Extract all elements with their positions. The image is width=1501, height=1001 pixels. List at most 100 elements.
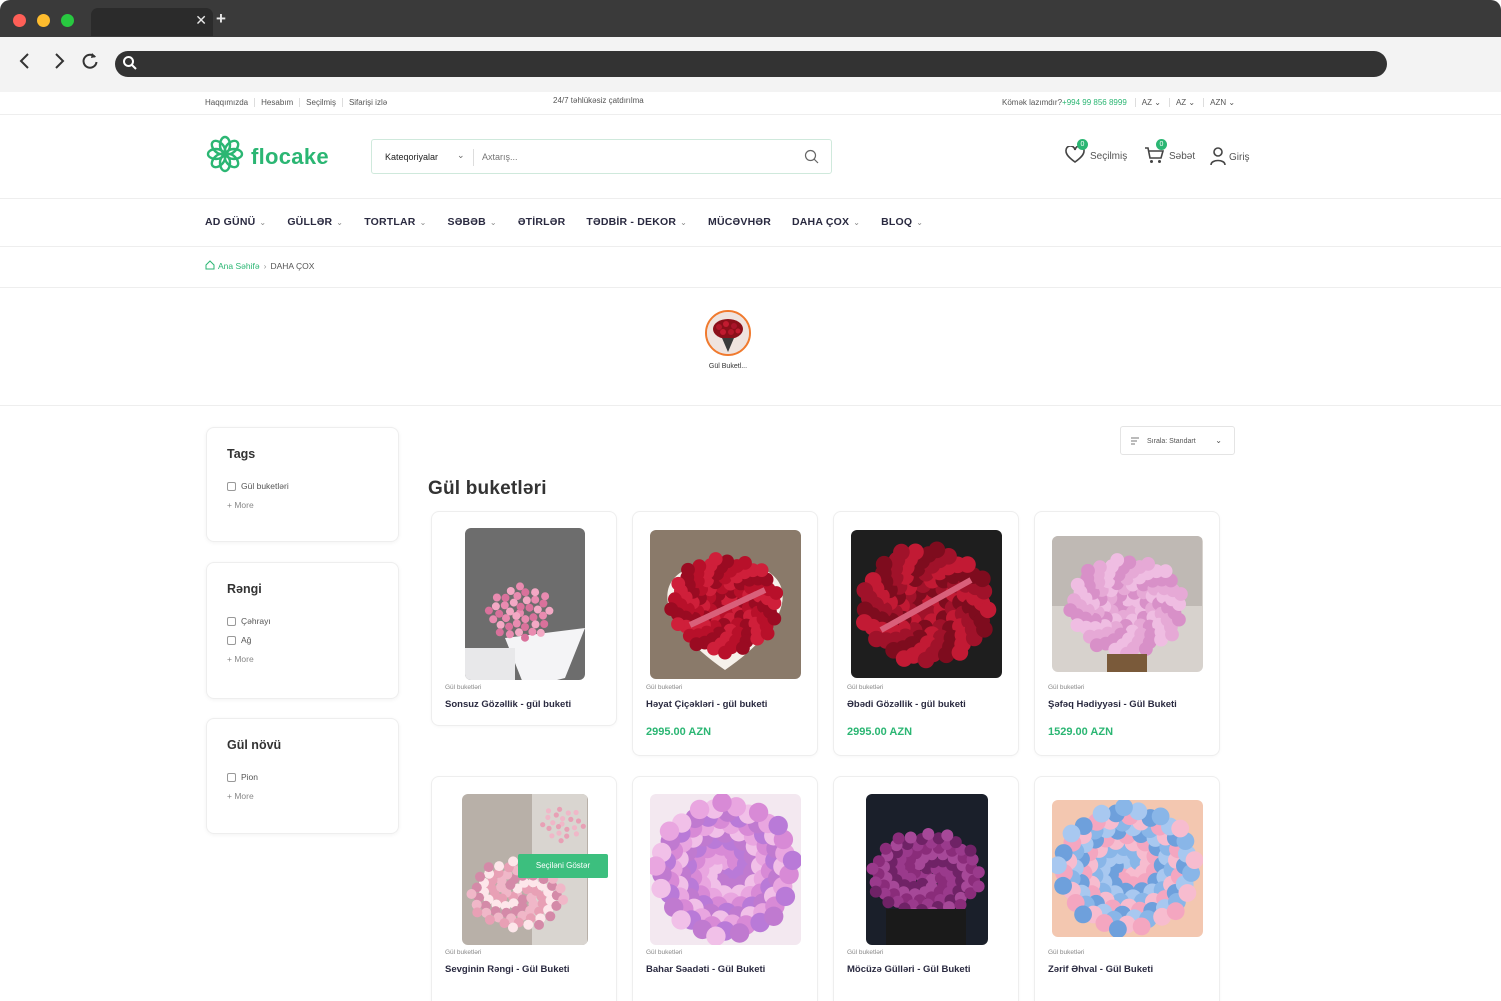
new-tab-icon[interactable]: + <box>216 9 226 29</box>
filter-option[interactable]: Çəhrayı <box>227 616 378 626</box>
product-category[interactable]: Gül buketləri <box>1048 949 1085 956</box>
minimize-window-button[interactable] <box>37 14 50 27</box>
product-image[interactable] <box>650 530 801 679</box>
language-select-1[interactable]: AZ ⌄ <box>1134 98 1161 107</box>
product-category[interactable]: Gül buketləri <box>445 949 482 956</box>
product-category[interactable]: Gül buketləri <box>646 684 683 691</box>
web-page: Haqqımızda Hesabım Seçilmiş Sifarişi izl… <box>0 92 1501 1001</box>
product-card[interactable]: Gül buketləri Möcüzə Gülləri - Gül Buketi <box>833 776 1019 1001</box>
nav-item-label: SƏBƏB <box>447 216 486 228</box>
nav-item[interactable]: MÜCƏVHƏR <box>708 216 771 228</box>
product-name[interactable]: Bahar Səadəti - Gül Buketi <box>646 964 765 975</box>
filter-color: Rəngi Çəhrayı Ağ + More <box>206 562 399 699</box>
sort-icon <box>1130 436 1140 448</box>
category-label[interactable]: Gül Buketl... <box>700 362 756 371</box>
product-category[interactable]: Gül buketləri <box>1048 684 1085 691</box>
close-tab-icon[interactable]: ✕ <box>195 12 207 29</box>
product-card[interactable]: Gül buketləri Sevginin Rəngi - Gül Buketi… <box>431 776 617 1001</box>
link-account[interactable]: Hesabım <box>261 98 301 107</box>
product-price: 2995.00 AZN <box>847 726 913 738</box>
site-logo[interactable]: flocake <box>205 134 329 179</box>
nav-item-label: DAHA ÇOX <box>791 216 850 228</box>
back-icon[interactable] <box>18 51 32 77</box>
more-link[interactable]: + More <box>227 500 378 510</box>
browser-tab[interactable]: ✕ <box>91 8 213 36</box>
product-image[interactable] <box>1052 536 1203 672</box>
nav-item-label: BLOQ <box>881 216 913 228</box>
product-card[interactable]: Gül buketləri Şəfəq Hədiyyəsi - Gül Buket… <box>1034 511 1220 756</box>
product-name[interactable]: Şəfəq Hədiyyəsi - Gül Buketi <box>1048 699 1177 710</box>
checkbox[interactable] <box>227 772 236 782</box>
nav-item[interactable]: GÜLLƏR ⌄ <box>287 216 343 228</box>
product-category[interactable]: Gül buketləri <box>847 684 884 691</box>
category-select[interactable]: Kateqoriyalar <box>385 152 438 162</box>
category-thumbnail[interactable] <box>705 310 751 356</box>
product-image[interactable] <box>851 530 1002 678</box>
product-name[interactable]: Zərif Əhval - Gül Buketi <box>1048 964 1153 975</box>
wishlist-count-badge: 0 <box>1077 139 1088 150</box>
nav-item[interactable]: DAHA ÇOX ⌄ <box>792 216 860 228</box>
link-track-order[interactable]: Sifarişi izlə <box>349 98 393 107</box>
product-image[interactable] <box>866 794 988 945</box>
product-name[interactable]: Sevginin Rəngi - Gül Buketi <box>445 964 570 975</box>
product-card[interactable]: Gül buketləri Sonsuz Gözəllik - gül buket… <box>431 511 617 726</box>
quick-view-button[interactable]: Seçiləni Göstər <box>518 854 608 878</box>
product-image[interactable] <box>650 794 801 945</box>
link-about[interactable]: Haqqımızda <box>205 98 256 107</box>
info-links: Haqqımızda Hesabım Seçilmiş Sifarişi izl… <box>205 98 399 107</box>
home-icon <box>205 260 215 272</box>
nav-item[interactable]: TORTLAR ⌄ <box>364 216 426 228</box>
more-link[interactable]: + More <box>227 791 378 801</box>
search-input[interactable] <box>482 148 782 166</box>
login-button[interactable]: Giriş <box>1210 146 1250 169</box>
language-select-2[interactable]: AZ ⌄ <box>1168 98 1195 107</box>
product-name[interactable]: Əbədi Gözəllik - gül buketi <box>847 699 966 710</box>
product-card[interactable]: Gül buketləri Əbədi Gözəllik - gül buketi… <box>833 511 1019 756</box>
filter-option[interactable]: Pion <box>227 772 378 782</box>
product-name[interactable]: Sonsuz Gözəllik - gül buketi <box>445 699 571 710</box>
more-link[interactable]: + More <box>227 654 378 664</box>
filter-title: Tags <box>227 447 256 461</box>
sort-select[interactable]: Sırala: Standart ⌄ <box>1120 426 1235 455</box>
address-bar[interactable] <box>115 51 1387 77</box>
product-card[interactable]: Gül buketləri Bahar Səadəti - Gül Buketi <box>632 776 818 1001</box>
product-card[interactable]: Gül buketləri Həyat Çiçəkləri - gül buket… <box>632 511 818 756</box>
close-window-button[interactable] <box>13 14 26 27</box>
top-info-bar: Haqqımızda Hesabım Seçilmiş Sifarişi izl… <box>0 92 1501 115</box>
wishlist-label: Seçilmiş <box>1090 151 1128 162</box>
filter-option[interactable]: Gül buketləri <box>227 481 378 491</box>
product-name[interactable]: Həyat Çiçəkləri - gül buketi <box>646 699 767 710</box>
heart-icon: 0 <box>1065 139 1088 167</box>
checkbox[interactable] <box>227 616 236 626</box>
search-icon[interactable] <box>804 149 819 169</box>
forward-icon[interactable] <box>52 51 66 77</box>
nav-item-label: TƏDBİR - DEKOR <box>586 216 677 228</box>
link-wishlist[interactable]: Seçilmiş <box>306 98 343 107</box>
nav-item[interactable]: TƏDBİR - DEKOR ⌄ <box>586 216 687 228</box>
site-header: flocake Kateqoriyalar ⌄ 0 Seçilmiş 0 Səb… <box>0 115 1501 199</box>
cart-button[interactable]: 0 Səbət <box>1144 139 1195 167</box>
reload-icon[interactable] <box>80 51 100 77</box>
help-label: Kömək lazımdır? <box>1002 98 1063 107</box>
product-name[interactable]: Möcüzə Gülləri - Gül Buketi <box>847 964 971 975</box>
nav-item[interactable]: ƏTİRLƏR <box>518 216 566 228</box>
product-category[interactable]: Gül buketləri <box>646 949 683 956</box>
currency-select[interactable]: AZN ⌄ <box>1203 98 1235 107</box>
product-category[interactable]: Gül buketləri <box>847 949 884 956</box>
wishlist-button[interactable]: 0 Seçilmiş <box>1065 139 1128 167</box>
product-card[interactable]: Gül buketləri Zərif Əhval - Gül Buketi <box>1034 776 1220 1001</box>
phone-link[interactable]: +994 99 856 8999 <box>1062 98 1127 107</box>
checkbox[interactable] <box>227 481 236 491</box>
product-image[interactable] <box>1052 800 1203 937</box>
breadcrumb-home[interactable]: Ana Səhifə <box>218 261 260 271</box>
checkbox[interactable] <box>227 635 236 645</box>
product-category[interactable]: Gül buketləri <box>445 684 482 691</box>
nav-item[interactable]: AD GÜNÜ ⌄ <box>205 216 266 228</box>
maximize-window-button[interactable] <box>61 14 74 27</box>
filter-option[interactable]: Ağ <box>227 635 378 645</box>
product-image[interactable] <box>465 528 585 680</box>
chevron-down-icon: ⌄ <box>489 218 497 227</box>
nav-item[interactable]: SƏBƏB ⌄ <box>447 216 496 228</box>
nav-item[interactable]: BLOQ ⌄ <box>881 216 923 228</box>
search-form: Kateqoriyalar ⌄ <box>371 139 832 174</box>
